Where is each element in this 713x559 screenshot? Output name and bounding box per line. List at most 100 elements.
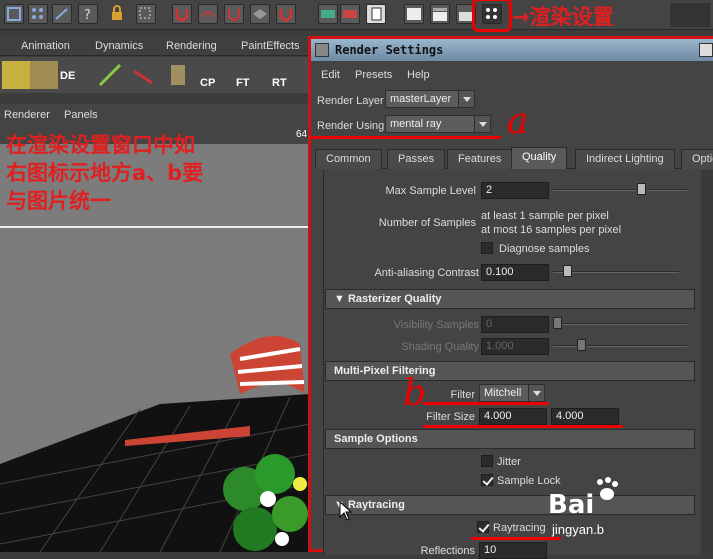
max-sample-level-field[interactable]: 2	[481, 182, 549, 199]
rasterizer-title: Rasterizer Quality	[347, 293, 442, 305]
render-layer-dropdown[interactable]: masterLayer	[385, 90, 475, 108]
input-icon[interactable]	[318, 4, 338, 24]
annotation-underline-b2	[423, 425, 623, 428]
tab-options[interactable]: Optio	[681, 149, 713, 169]
filter-value: Mitchell	[484, 387, 522, 399]
mouse-cursor-icon	[339, 501, 353, 521]
snap-plane-icon[interactable]	[250, 4, 270, 24]
mpf-section[interactable]: Multi-Pixel Filtering	[325, 361, 695, 381]
frame-number: 64	[296, 129, 308, 140]
render-clapper-icon[interactable]	[430, 4, 450, 24]
shelf-icon-ft[interactable]: FT	[236, 61, 264, 89]
render-view-icon[interactable]	[404, 4, 424, 24]
sample-options-section[interactable]: Sample Options	[325, 429, 695, 449]
render-layer-value: masterLayer	[390, 93, 452, 105]
menu-renderer[interactable]: Renderer	[4, 109, 50, 121]
menu-presets[interactable]: Presets	[355, 69, 392, 81]
filter-size-x-field[interactable]: 4.000	[479, 408, 547, 425]
max-sample-level-label: Max Sample Level	[385, 185, 477, 197]
annotation-underline-b1	[423, 402, 549, 405]
snap-point-icon[interactable]	[52, 4, 72, 24]
shelf-icon-rt[interactable]: RT	[272, 61, 300, 89]
slider-knob[interactable]	[553, 317, 562, 329]
snap-curve-icon[interactable]	[28, 4, 48, 24]
magnet-icon[interactable]	[172, 4, 192, 24]
reflections-field[interactable]: 10	[479, 542, 547, 559]
raytracing-title: Raytracing	[347, 499, 405, 511]
tab-features[interactable]: Features	[447, 149, 513, 169]
history-icon[interactable]	[366, 4, 386, 24]
shelf-tab-animation[interactable]: Animation	[12, 38, 79, 56]
cylinder-icon[interactable]	[164, 61, 192, 89]
instruction-line-1: 在渲染设置窗口中如	[6, 133, 195, 157]
aa-contrast-field[interactable]: 0.100	[481, 264, 549, 281]
visibility-samples-slider[interactable]	[553, 317, 687, 329]
box-icon[interactable]	[30, 61, 58, 89]
sample-options-title: Sample Options	[334, 433, 418, 445]
render-using-label: Render Using	[317, 120, 385, 132]
window-maximize-icon[interactable]	[699, 43, 713, 57]
raytracing-label: Raytracing	[493, 522, 546, 534]
help-icon[interactable]: ?	[78, 4, 98, 24]
tab-common[interactable]: Common	[315, 149, 382, 169]
aa-contrast-label: Anti-aliasing Contrast	[374, 267, 479, 279]
brush-icon[interactable]	[96, 61, 124, 89]
annotation-underline-raytracing	[471, 537, 561, 540]
diagnose-samples-label: Diagnose samples	[499, 243, 590, 255]
aa-contrast-slider[interactable]	[553, 265, 679, 277]
snap-live-icon[interactable]	[276, 4, 296, 24]
reflections-label: Reflections	[420, 545, 475, 557]
render-using-dropdown[interactable]: mental ray	[385, 115, 491, 133]
instruction-line-2: 右图标示地方a、b要	[6, 161, 204, 185]
tab-indirect-lighting[interactable]: Indirect Lighting	[575, 149, 675, 169]
tab-quality[interactable]: Quality	[511, 147, 568, 169]
chevron-down-icon	[474, 116, 490, 132]
jitter-checkbox[interactable]	[481, 455, 493, 467]
visibility-samples-field[interactable]: 0	[481, 316, 549, 333]
scrollbar[interactable]	[701, 170, 713, 555]
render-settings-annotation: →渲染设置	[512, 5, 614, 29]
brush2-icon[interactable]	[130, 61, 158, 89]
raytracing-section[interactable]: ▼ Raytracing	[325, 495, 695, 515]
render-settings-highlight	[472, 0, 512, 32]
instruction-line-3: 与图片统一	[6, 189, 111, 213]
window-icon	[315, 43, 329, 57]
shelf-icon-de[interactable]: DE	[60, 61, 88, 89]
snap-grid-icon[interactable]	[4, 4, 24, 24]
slider-knob[interactable]	[577, 339, 586, 351]
output-icon[interactable]	[340, 4, 360, 24]
tab-bar: Common Passes Features Quality Indirect …	[315, 147, 713, 169]
shelf-tab-painteffects[interactable]: PaintEffects	[232, 38, 309, 56]
triangle-down-icon: ▼	[334, 293, 348, 305]
watermark-logo: Bai	[548, 490, 595, 520]
tab-passes[interactable]: Passes	[387, 149, 446, 169]
render-using-value: mental ray	[390, 118, 442, 130]
main-toolbar: ? →渲染设置	[0, 0, 713, 32]
window-title[interactable]: Render Settings	[311, 39, 713, 61]
jitter-label: Jitter	[497, 456, 521, 468]
rasterizer-section[interactable]: ▼ Rasterizer Quality	[325, 289, 695, 309]
shading-quality-slider[interactable]	[553, 339, 687, 351]
snap-curve2-icon[interactable]	[198, 4, 218, 24]
select-icon[interactable]	[136, 4, 156, 24]
light-icon[interactable]	[2, 61, 30, 89]
raytracing-checkbox[interactable]	[477, 521, 489, 533]
slider-knob[interactable]	[563, 265, 572, 277]
shading-quality-field[interactable]: 1.000	[481, 338, 549, 355]
menu-help[interactable]: Help	[407, 69, 430, 81]
max-sample-level-slider[interactable]	[553, 183, 687, 195]
shelf-tab-dynamics[interactable]: Dynamics	[86, 38, 152, 56]
sample-lock-checkbox[interactable]	[481, 474, 493, 486]
shelf-tab-rendering[interactable]: Rendering	[157, 38, 226, 56]
menu-panels[interactable]: Panels	[64, 109, 98, 121]
snap-point2-icon[interactable]	[224, 4, 244, 24]
slider-knob[interactable]	[637, 183, 646, 195]
menu-edit[interactable]: Edit	[321, 69, 340, 81]
lock-icon[interactable]	[108, 4, 128, 24]
diagnose-samples-checkbox[interactable]	[481, 242, 493, 254]
filter-size-y-field[interactable]: 4.000	[551, 408, 619, 425]
filter-dropdown[interactable]: Mitchell	[479, 384, 545, 402]
shelf-icon-cp[interactable]: CP	[200, 61, 228, 89]
chevron-down-icon	[458, 91, 474, 107]
render-layer-label: Render Layer	[317, 95, 384, 107]
